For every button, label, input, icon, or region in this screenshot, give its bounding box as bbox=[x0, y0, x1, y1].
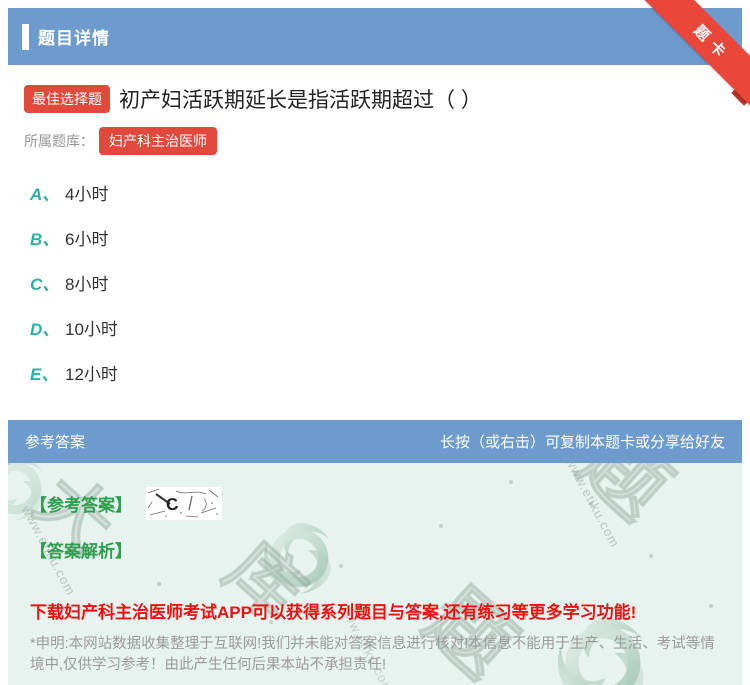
page-title: 题目详情 bbox=[38, 29, 110, 48]
answer-section: www.etiku.com www.etiku.com www.etiku.co… bbox=[8, 463, 742, 685]
copy-share-hint: 长按（或右击）可复制本题卡或分享给好友 bbox=[439, 434, 725, 451]
option-b-letter: B、 bbox=[30, 230, 60, 249]
page-header: 题目详情 bbox=[8, 8, 742, 65]
option-d-letter: D、 bbox=[30, 320, 60, 339]
answer-header-title: 参考答案 bbox=[25, 434, 86, 451]
noise-specks bbox=[8, 463, 10, 465]
ribbon-label: 题卡 bbox=[690, 22, 734, 66]
option-c: C、 8小时 bbox=[24, 260, 734, 305]
option-d: D、 10小时 bbox=[24, 305, 734, 350]
reference-answer-label: 【参考答案】 bbox=[30, 496, 132, 515]
answer-header-bar: 参考答案 长按（或右击）可复制本题卡或分享给好友 bbox=[8, 420, 742, 463]
bank-label: 所属题库： bbox=[24, 133, 94, 149]
option-d-text: 10小时 bbox=[65, 320, 118, 339]
question-type-badge: 最佳选择题 bbox=[24, 85, 110, 113]
corner-ribbon: 题卡 bbox=[635, 0, 750, 115]
options-list: A、 4小时 B、 6小时 C、 8小时 D、 10小时 E、 12小时 bbox=[24, 170, 734, 395]
answer-value-text: C bbox=[165, 494, 179, 514]
question-detail-page: 题目详情 题卡 最佳选择题 初产妇活跃期延长是指活跃期超过（ ） 所属题库： 妇… bbox=[0, 0, 750, 685]
option-c-letter: C、 bbox=[30, 275, 60, 294]
question-text: 初产妇活跃期延长是指活跃期超过（ ） bbox=[119, 89, 482, 112]
option-a-letter: A、 bbox=[30, 185, 60, 204]
option-e-text: 12小时 bbox=[65, 365, 118, 384]
bank-badge[interactable]: 妇产科主治医师 bbox=[99, 127, 217, 155]
answer-captcha-image: C bbox=[146, 487, 222, 520]
option-c-text: 8小时 bbox=[65, 275, 109, 294]
title-accent-bar bbox=[22, 23, 29, 50]
question-card-ribbon[interactable]: 题卡 bbox=[637, 0, 750, 113]
disclaimer-text: *申明:本网站数据收集整理于互联网!我们并未能对答案信息进行核对!本信息不能用于… bbox=[30, 636, 715, 673]
option-b-text: 6小时 bbox=[65, 230, 109, 249]
option-a: A、 4小时 bbox=[24, 170, 734, 215]
option-b: B、 6小时 bbox=[24, 215, 734, 260]
option-e-letter: E、 bbox=[30, 365, 59, 384]
option-a-text: 4小时 bbox=[65, 185, 109, 204]
app-promo-text: 下载妇产科主治医师考试APP可以获得系列题目与答案,还有练习等更多学习功能! bbox=[30, 603, 637, 622]
option-e: E、 12小时 bbox=[24, 350, 734, 395]
answer-analysis-label: 【答案解析】 bbox=[30, 542, 132, 561]
